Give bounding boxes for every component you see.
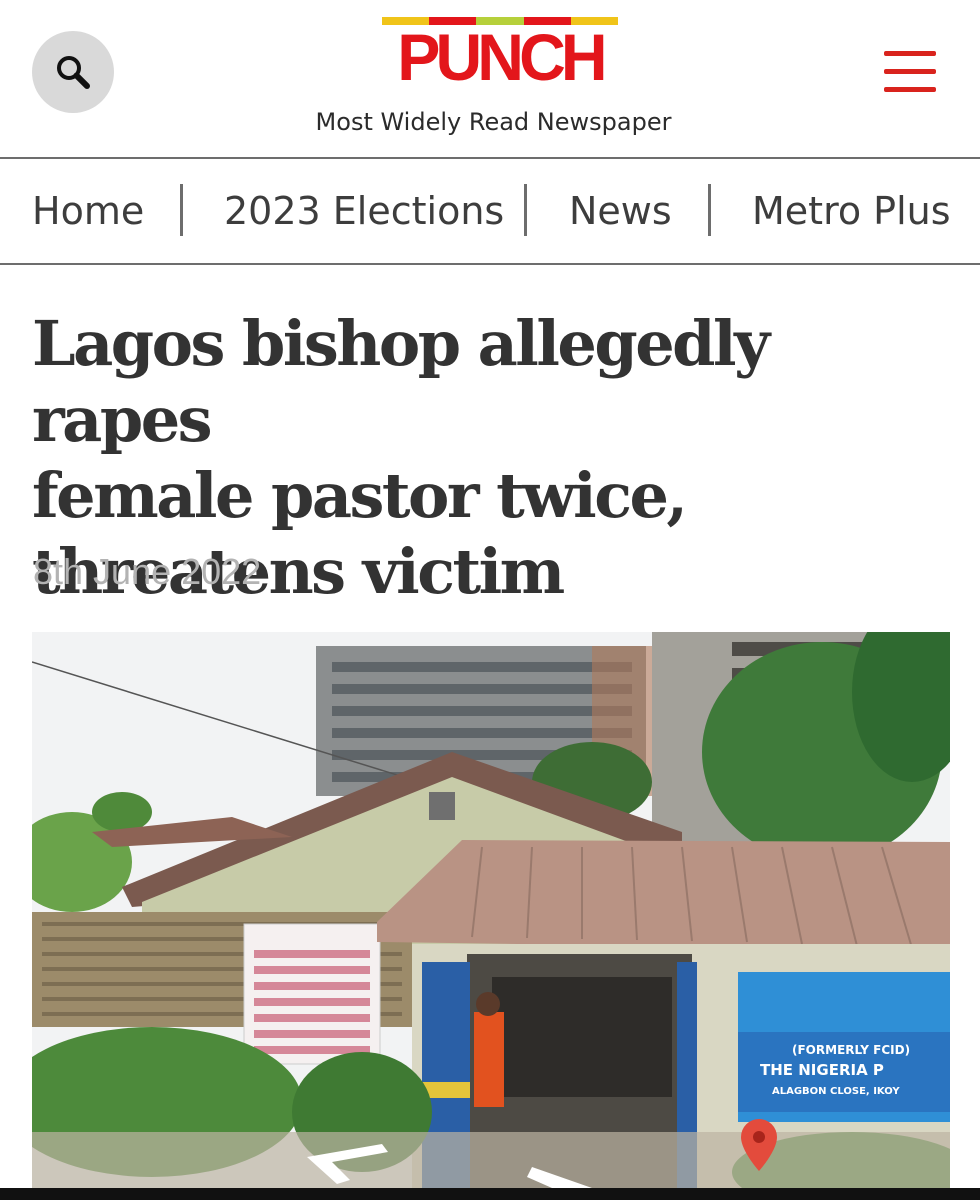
nav-item-home[interactable]: Home: [32, 159, 144, 263]
headline-line: female pastor twice,: [32, 459, 688, 532]
menu-line: [884, 51, 936, 56]
sign-line: ALAGBON CLOSE, IKOY: [772, 1086, 900, 1097]
punch-logo[interactable]: PUNCH: [380, 17, 620, 94]
nav-divider: [524, 184, 527, 236]
nav-item-metro-plus[interactable]: Metro Plus: [752, 159, 951, 263]
article-date: 8th June 2022: [33, 551, 262, 592]
logo-text: PUNCH: [397, 20, 607, 94]
nav-item-2023-elections[interactable]: 2023 Elections: [224, 159, 504, 263]
search-icon: [57, 56, 90, 89]
nav-divider: [708, 184, 711, 236]
nav-item-news[interactable]: News: [569, 159, 672, 263]
main-nav: Home 2023 Elections News Metro Plus: [0, 157, 980, 265]
nav-divider: [180, 184, 183, 236]
site-tagline: Most Widely Read Newspaper: [315, 108, 672, 136]
sign-line: THE NIGERIA P: [760, 1061, 884, 1079]
search-button[interactable]: [32, 31, 114, 113]
bottom-edge: [0, 1188, 980, 1200]
site-header: PUNCH Most Widely Read Newspaper: [0, 0, 980, 157]
menu-line: [884, 69, 936, 74]
headline-line: Lagos bishop allegedly rapes: [32, 307, 770, 456]
menu-line: [884, 87, 936, 92]
article-photo[interactable]: (FORMERLY FCID) THE NIGERIA P ALAGBON CL…: [32, 632, 950, 1188]
sign-line: (FORMERLY FCID): [792, 1043, 910, 1057]
hamburger-menu-button[interactable]: [880, 47, 940, 97]
